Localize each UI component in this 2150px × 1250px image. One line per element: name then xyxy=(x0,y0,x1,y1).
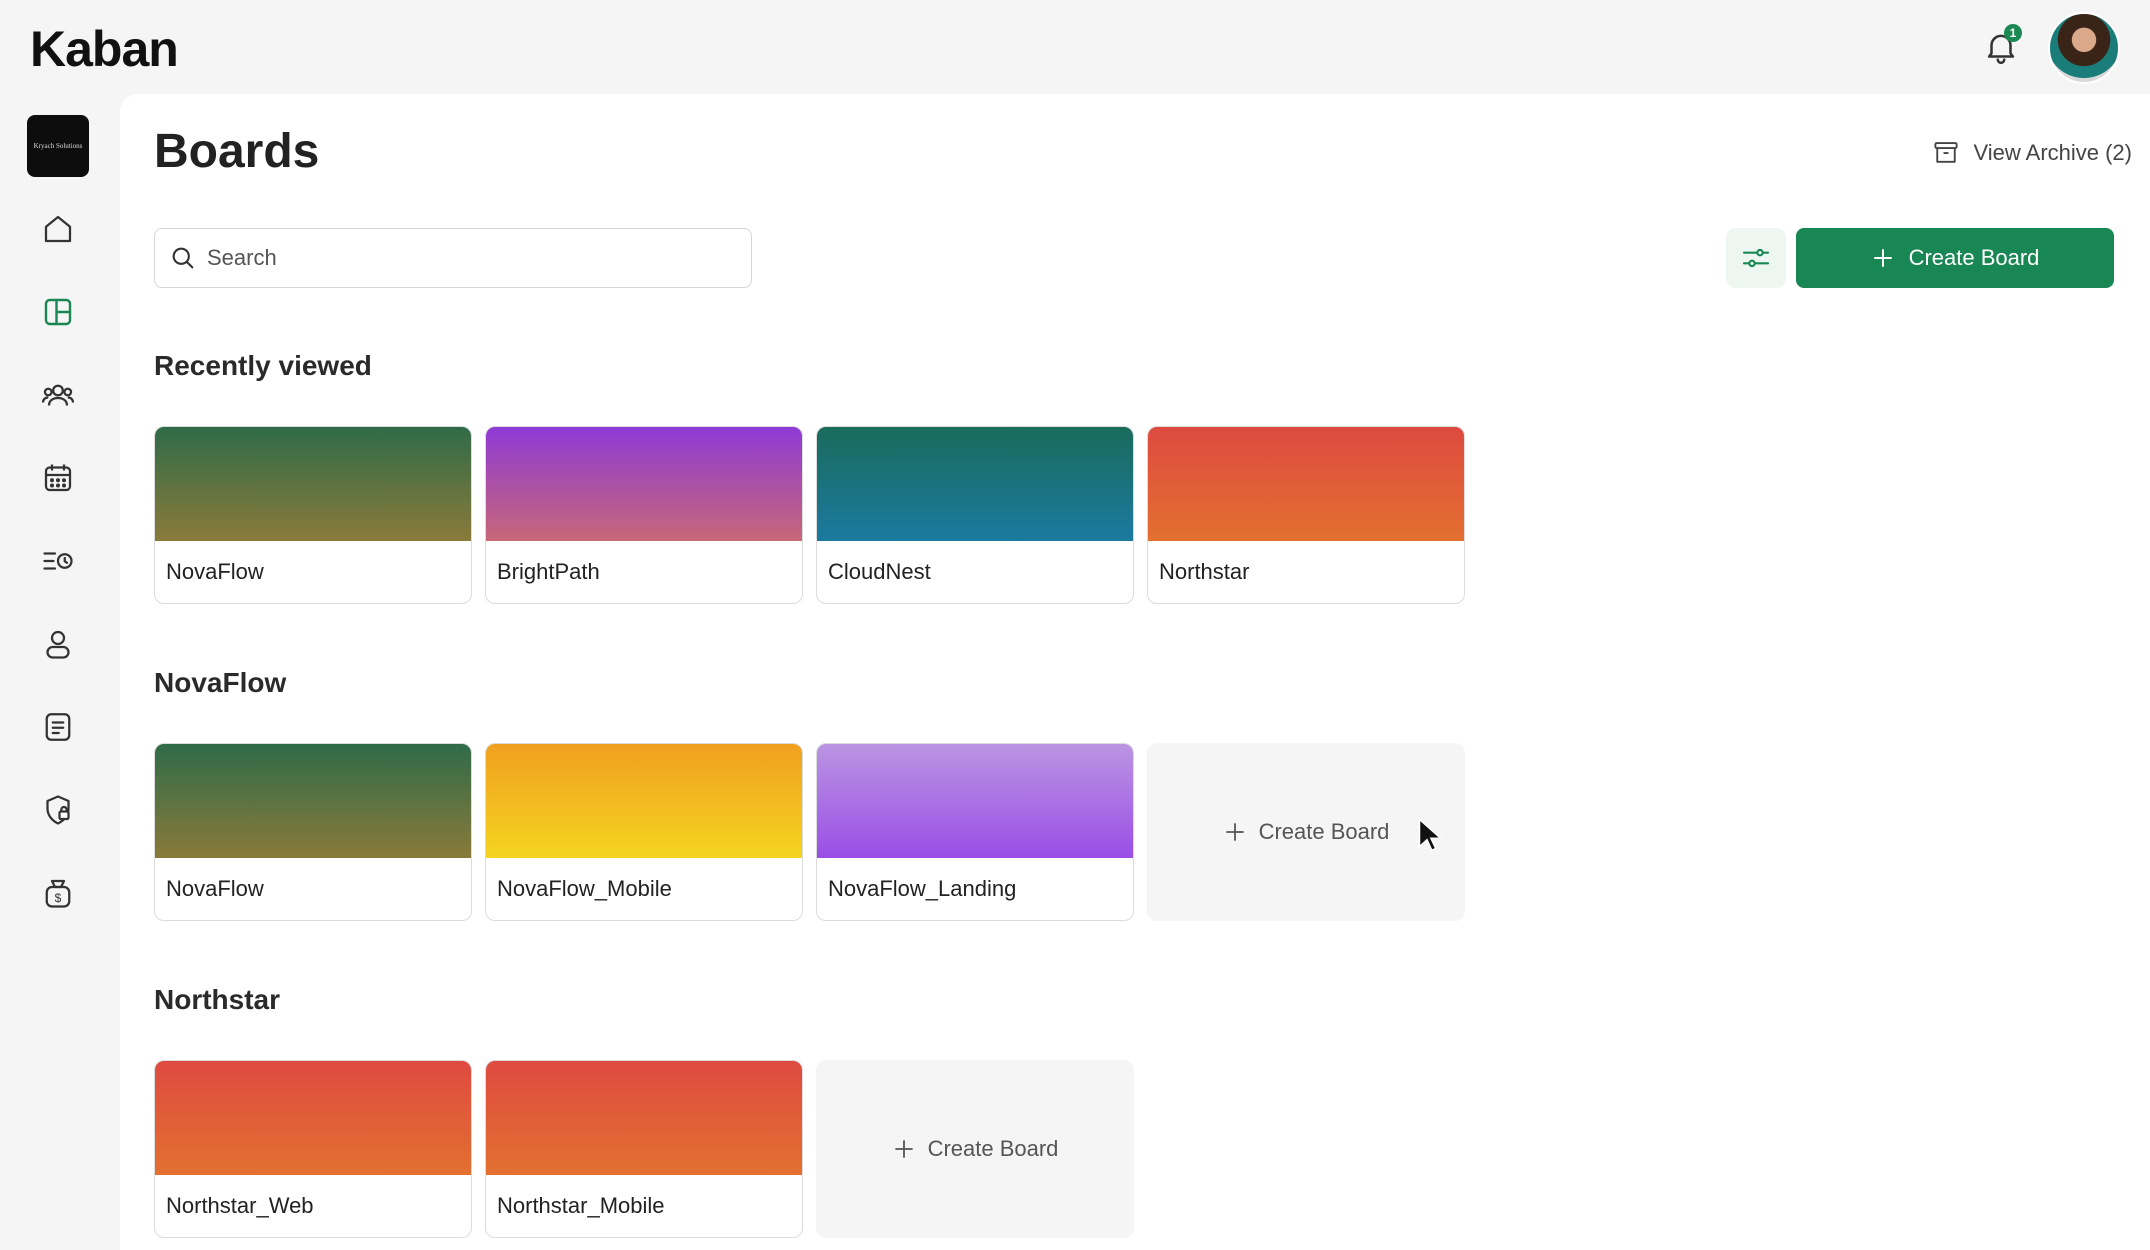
plus-icon xyxy=(894,1140,913,1158)
view-archive-link[interactable]: View Archive (2) xyxy=(1931,138,2132,168)
board-name: NovaFlow xyxy=(166,876,264,901)
add-board-label: Create Board xyxy=(927,1136,1059,1161)
plus-icon xyxy=(1873,249,1892,267)
mouse-cursor-icon xyxy=(1418,818,1442,852)
search-box[interactable] xyxy=(154,228,752,288)
section-title-novaflow: NovaFlow xyxy=(154,667,287,698)
page-title: Boards xyxy=(154,125,320,178)
board-name: BrightPath xyxy=(497,559,600,584)
sidebar-item-billing[interactable]: $ xyxy=(30,865,86,921)
plus-icon xyxy=(1225,823,1244,841)
users-icon xyxy=(41,384,75,406)
board-name: CloudNest xyxy=(828,559,931,584)
avatar[interactable] xyxy=(2048,12,2120,84)
money-bag-icon: $ xyxy=(45,879,71,908)
app-logo[interactable]: Kaban xyxy=(30,20,179,78)
workspace-logo[interactable]: Kryach Solutions xyxy=(27,115,89,177)
sidebar-item-security[interactable] xyxy=(30,782,86,838)
board-cover xyxy=(155,744,471,858)
sidebar-item-calendar[interactable] xyxy=(30,450,86,506)
board-cover xyxy=(155,427,471,541)
boards-icon xyxy=(44,298,72,326)
sidebar: Kryach Solutions $ xyxy=(0,94,120,1250)
board-name: Northstar xyxy=(1159,559,1250,584)
sidebar-item-teams[interactable] xyxy=(30,367,86,423)
section-title-northstar: Northstar xyxy=(154,984,281,1015)
create-board-button[interactable]: Create Board xyxy=(1796,228,2114,288)
sliders-icon xyxy=(1742,248,1770,268)
filter-button[interactable] xyxy=(1726,228,1786,288)
search-input[interactable] xyxy=(207,245,727,271)
sidebar-item-home[interactable] xyxy=(30,201,86,257)
board-cover xyxy=(817,744,1133,858)
archive-icon xyxy=(1934,142,1959,163)
list-clock-icon xyxy=(43,552,73,570)
search-icon xyxy=(172,247,194,269)
board-card[interactable]: NovaFlow_Mobile xyxy=(485,743,803,921)
board-cover xyxy=(486,1061,802,1175)
home-icon xyxy=(44,215,72,243)
document-icon xyxy=(45,713,71,741)
board-cover xyxy=(486,427,802,541)
add-board-card[interactable]: Create Board xyxy=(816,1060,1134,1238)
sidebar-item-profile[interactable] xyxy=(30,616,86,672)
create-board-label: Create Board xyxy=(1908,245,2040,270)
top-bar: Kaban 1 xyxy=(0,0,2150,94)
sidebar-item-boards[interactable] xyxy=(30,284,86,340)
board-name: NovaFlow xyxy=(166,559,264,584)
add-board-label: Create Board xyxy=(1258,819,1390,844)
notification-badge: 1 xyxy=(2004,24,2022,42)
board-card[interactable]: Northstar xyxy=(1147,426,1465,604)
user-icon xyxy=(46,630,70,659)
board-cover xyxy=(486,744,802,858)
main-panel: Boards View Archive (2) Create Board Rec… xyxy=(120,94,2150,1250)
sidebar-item-documents[interactable] xyxy=(30,699,86,755)
view-archive-label: View Archive (2) xyxy=(1973,140,2132,165)
board-cover xyxy=(817,427,1133,541)
calendar-icon xyxy=(44,464,72,492)
board-card[interactable]: Northstar_Mobile xyxy=(485,1060,803,1238)
board-card[interactable]: NovaFlow xyxy=(154,426,472,604)
board-name: Northstar_Mobile xyxy=(497,1193,665,1218)
board-card[interactable]: Northstar_Web xyxy=(154,1060,472,1238)
sidebar-item-timeline[interactable] xyxy=(30,533,86,589)
board-name: NovaFlow_Landing xyxy=(828,876,1017,901)
shield-lock-icon xyxy=(46,795,70,825)
board-cover xyxy=(1148,427,1464,541)
board-name: NovaFlow_Mobile xyxy=(497,876,672,901)
svg-text:$: $ xyxy=(55,891,62,905)
board-cover xyxy=(155,1061,471,1175)
section-title-recently-viewed: Recently viewed xyxy=(154,350,372,381)
board-card[interactable]: NovaFlow xyxy=(154,743,472,921)
board-card[interactable]: NovaFlow_Landing xyxy=(816,743,1134,921)
board-card[interactable]: CloudNest xyxy=(816,426,1134,604)
board-name: Northstar_Web xyxy=(166,1193,314,1218)
board-card[interactable]: BrightPath xyxy=(485,426,803,604)
